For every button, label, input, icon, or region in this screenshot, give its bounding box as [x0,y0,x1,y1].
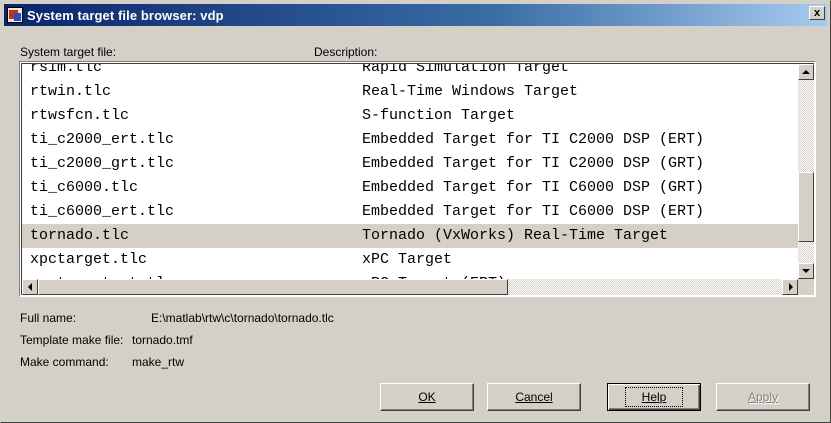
vertical-scroll-thumb[interactable] [798,172,814,242]
window-title: System target file browser: vdp [27,7,224,23]
apply-button: Apply [716,383,810,411]
target-file-description: Embedded Target for TI C2000 DSP (ERT) [362,131,705,148]
target-file-name: ti_c2000_ert.tlc [30,131,175,148]
full-name-value: E:\matlab\rtw\c\tornado\tornado.tlc [151,311,334,325]
simulink-app-icon [7,7,23,23]
target-file-row[interactable]: ti_c2000_grt.tlc Embedded Target for TI C… [22,152,812,176]
target-browser-dialog: System target file browser: vdp x System… [0,0,831,423]
horizontal-scroll-thumb[interactable] [38,279,508,295]
target-file-list[interactable]: rsim.tlc Rapid Simulation Target rtwin.tlc… [19,61,816,297]
close-button[interactable]: x [809,6,825,20]
target-file-name: rtwin.tlc [30,83,112,100]
arrow-up-icon [802,70,810,74]
horizontal-scrollbar[interactable] [22,279,798,295]
cancel-button-label: Cancel [515,390,553,404]
arrow-left-icon [28,283,32,291]
ok-button[interactable]: OK [380,383,474,411]
column-header-description: Description: [314,45,378,59]
template-row: Template make file: tornado.tmf [20,333,193,347]
full-name-row: Full name: E:\matlab\rtw\c\tornado\torna… [20,311,334,325]
scroll-up-button[interactable] [798,64,814,80]
target-file-description: Tornado (VxWorks) Real-Time Target [362,227,669,244]
target-file-description: Rapid Simulation Target [362,63,570,76]
scroll-right-button[interactable] [782,279,798,295]
target-file-rows: rsim.tlc Rapid Simulation Target rtwin.tlc… [22,63,812,295]
column-header-file: System target file: [20,45,117,59]
target-file-row[interactable]: xpctarget.tlc xPC Target [22,248,812,272]
make-command-value: make_rtw [132,355,185,369]
target-file-row[interactable]: ti_c6000_ert.tlc Embedded Target for TI C… [22,200,812,224]
target-file-description: Embedded Target for TI C2000 DSP (GRT) [362,155,705,172]
target-file-row[interactable]: ti_c6000.tlc Embedded Target for TI C6000… [22,176,812,200]
scrollbar-corner [798,279,814,295]
arrow-down-icon [802,269,810,273]
target-file-description: xPC Target [362,251,453,268]
target-file-row[interactable]: rtwsfcn.tlc S-function Target [22,104,812,128]
target-file-name: ti_c2000_grt.tlc [30,155,175,172]
full-name-label: Full name: [20,311,77,325]
target-file-description: S-function Target [362,107,516,124]
target-file-name: xpctarget.tlc [30,251,148,268]
make-command-row: Make command: make_rtw [20,355,184,369]
target-file-description: Embedded Target for TI C6000 DSP (GRT) [362,179,705,196]
target-file-name: tornado.tlc [30,227,130,244]
help-button-label: Help [624,387,684,407]
template-value: tornado.tmf [132,333,193,347]
scroll-left-button[interactable] [22,279,38,295]
target-file-name: rtwsfcn.tlc [30,107,130,124]
target-file-row[interactable]: ti_c2000_ert.tlc Embedded Target for TI C… [22,128,812,152]
target-file-description: Embedded Target for TI C6000 DSP (ERT) [362,203,705,220]
help-button[interactable]: Help [607,383,701,411]
scroll-down-button[interactable] [798,263,814,279]
vertical-scrollbar[interactable] [798,64,814,279]
target-file-name: ti_c6000.tlc [30,179,139,196]
ok-button-label: OK [418,390,436,404]
title-bar[interactable]: System target file browser: vdp x [4,4,827,26]
cancel-button[interactable]: Cancel [487,383,581,411]
apply-button-label: Apply [747,390,779,404]
arrow-right-icon [789,283,793,291]
target-file-row[interactable]: rsim.tlc Rapid Simulation Target [22,63,812,80]
target-file-name: rsim.tlc [30,63,103,76]
target-file-row[interactable]: tornado.tlc Tornado (VxWorks) Real-Time T… [22,224,812,248]
target-file-description: Real-Time Windows Target [362,83,579,100]
make-command-label: Make command: [20,355,109,369]
target-file-name: ti_c6000_ert.tlc [30,203,175,220]
template-label: Template make file: [20,333,124,347]
target-file-row[interactable]: rtwin.tlc Real-Time Windows Target [22,80,812,104]
